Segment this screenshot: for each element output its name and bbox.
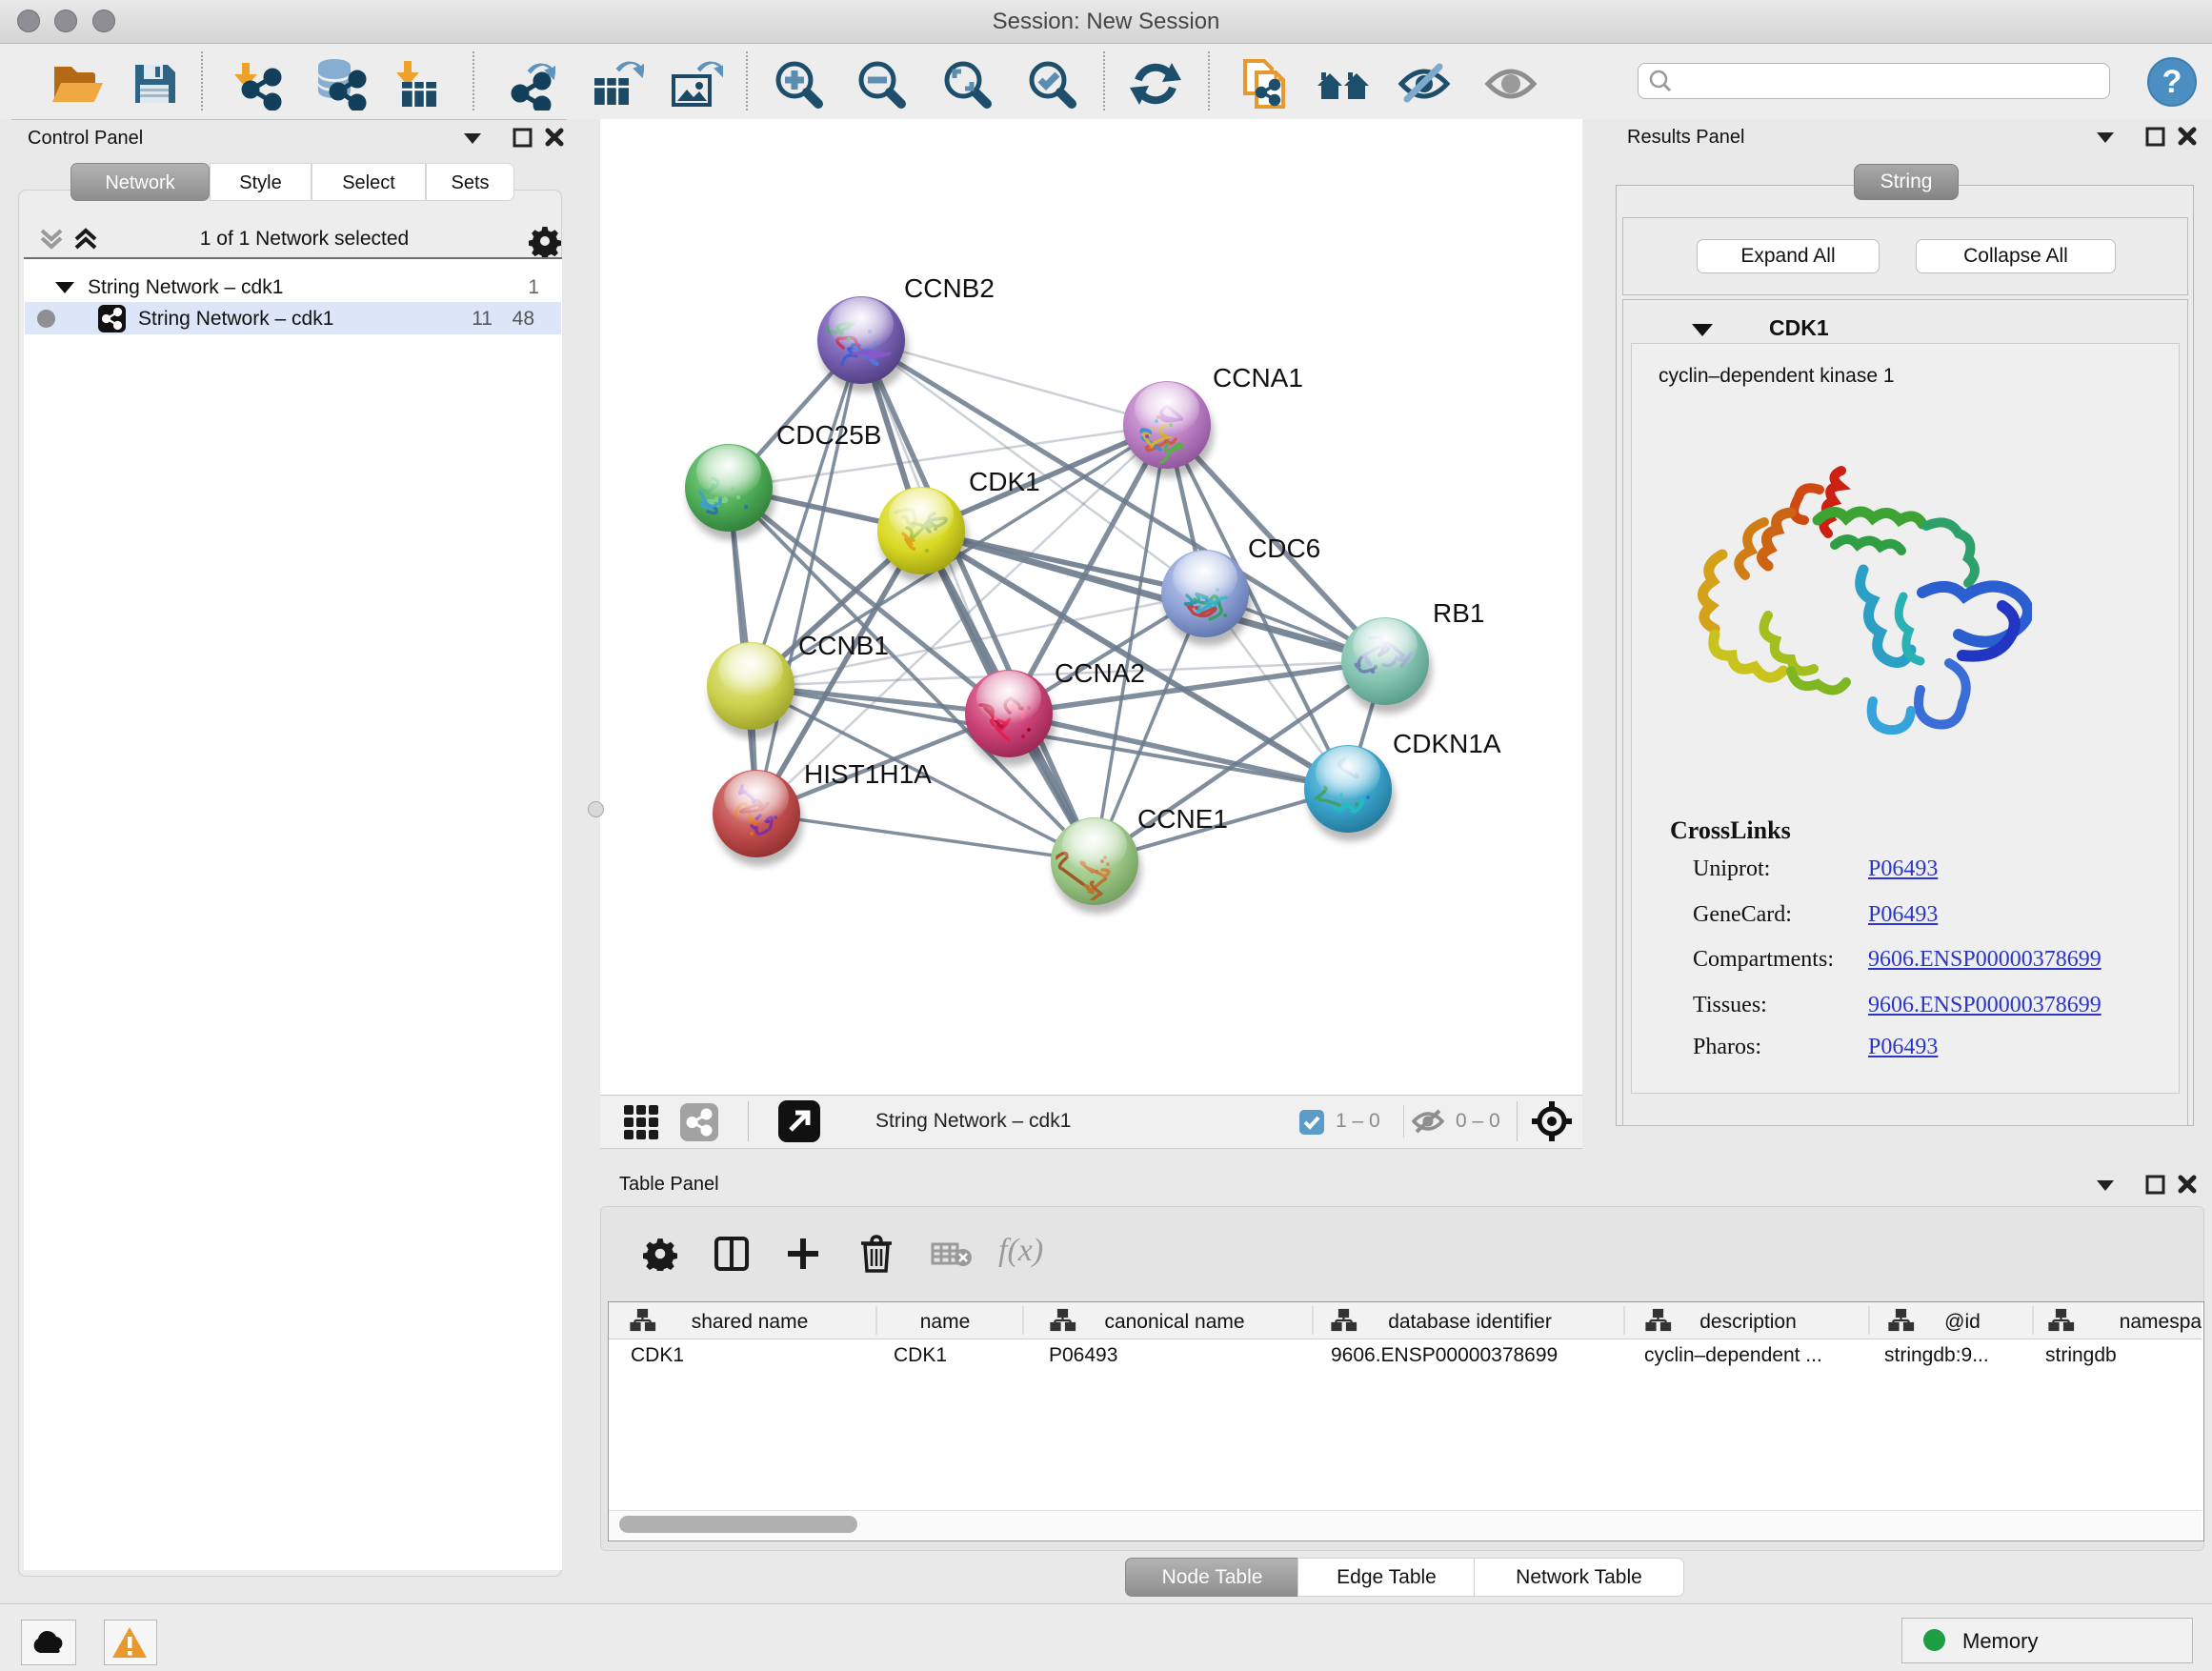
svg-text:CDK1: CDK1 [969, 467, 1040, 496]
svg-text:canonical name: canonical name [1104, 1311, 1244, 1333]
svg-text:name: name [920, 1311, 971, 1333]
svg-text:CCNE1: CCNE1 [1137, 804, 1228, 834]
svg-text:CCNA1: CCNA1 [1213, 363, 1303, 393]
svg-text:description: description [1699, 1311, 1797, 1333]
svg-text:shared name: shared name [692, 1311, 809, 1333]
svg-text:CDC25B: CDC25B [776, 420, 881, 450]
svg-text:CCNB2: CCNB2 [904, 273, 995, 303]
svg-text:CCNB1: CCNB1 [798, 631, 889, 660]
svg-text:database identifier: database identifier [1388, 1311, 1552, 1333]
svg-text:CCNA2: CCNA2 [1055, 658, 1145, 688]
svg-text:CDKN1A: CDKN1A [1393, 729, 1501, 758]
svg-text:RB1: RB1 [1433, 598, 1484, 628]
svg-text:?: ? [2162, 64, 2182, 100]
svg-text:HIST1H1A: HIST1H1A [804, 759, 932, 789]
svg-text:CDC6: CDC6 [1248, 534, 1320, 563]
svg-text:@id: @id [1944, 1311, 1981, 1333]
svg-text:namespace: namespace [2120, 1311, 2202, 1333]
